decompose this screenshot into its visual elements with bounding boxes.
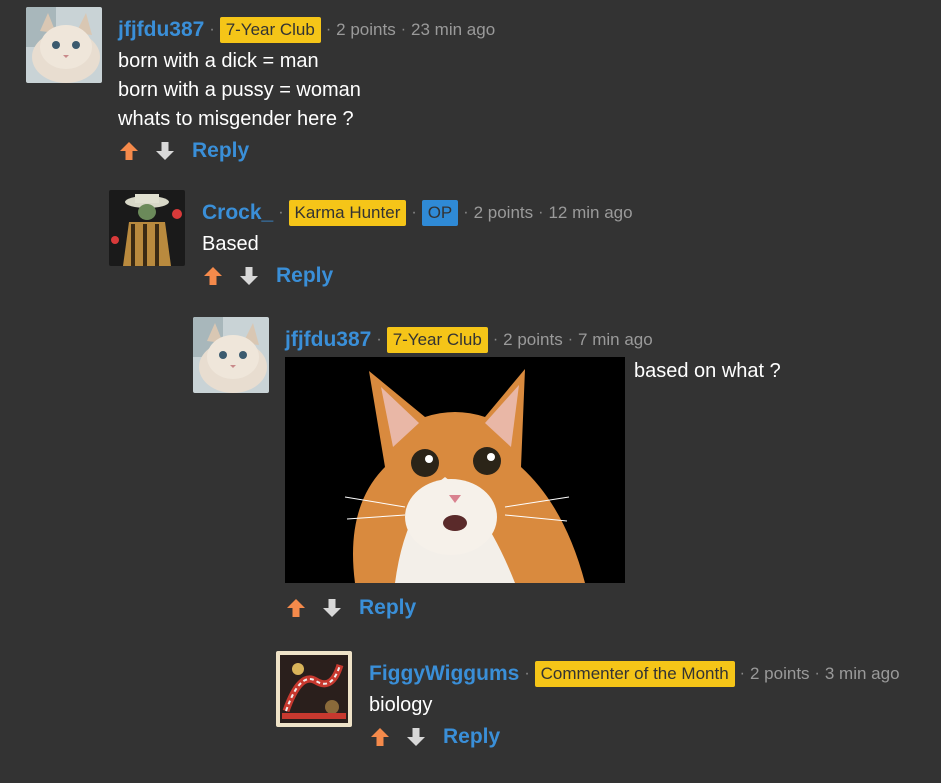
separator: ·: [814, 665, 820, 682]
username[interactable]: jfjfdu387: [118, 18, 204, 42]
comment-text: Based: [202, 230, 922, 259]
username[interactable]: Crock_: [202, 201, 273, 225]
user-badge: 7-Year Club: [386, 327, 488, 353]
cat-avatar-icon: [26, 7, 102, 83]
reply-button[interactable]: Reply: [276, 264, 333, 288]
separator: ·: [325, 21, 332, 38]
downvote-icon[interactable]: [154, 140, 176, 162]
surprised-cat-photo[interactable]: [285, 357, 625, 583]
user-badge: 7-Year Club: [219, 17, 321, 43]
comment-line: born with a dick = man: [118, 50, 319, 72]
separator: ·: [567, 331, 574, 348]
gangster-avatar-icon: [109, 190, 185, 266]
separator: ·: [376, 331, 382, 348]
separator: ·: [538, 204, 544, 221]
points: 2 points: [473, 203, 534, 222]
downvote-icon[interactable]: [238, 265, 260, 287]
user-badge: Commenter of the Month: [534, 661, 735, 687]
comment-text: based on what ?: [634, 360, 781, 382]
points: 2 points: [750, 664, 810, 683]
comment-line: Based: [202, 233, 259, 255]
downvote-icon[interactable]: [321, 597, 343, 619]
cat-avatar-icon: [193, 317, 269, 393]
separator: ·: [492, 331, 499, 348]
comment-line: born with a pussy = woman: [118, 79, 361, 101]
username[interactable]: FiggyWiggums: [369, 662, 519, 686]
avatar[interactable]: [276, 651, 352, 727]
timestamp: 23 min ago: [411, 20, 496, 39]
comment-line: whats to misgender here ?: [118, 108, 354, 130]
timestamp: 3 min ago: [824, 664, 900, 683]
separator: ·: [209, 21, 215, 38]
comment-line: biology: [369, 694, 433, 716]
reply-button[interactable]: Reply: [443, 725, 500, 749]
username[interactable]: jfjfdu387: [285, 328, 371, 352]
points: 2 points: [503, 330, 563, 349]
avatar[interactable]: [109, 190, 185, 266]
user-badge: Karma Hunter: [288, 200, 407, 226]
comment-text: born with a dick = man born with a pussy…: [118, 47, 918, 134]
upvote-icon[interactable]: [369, 726, 391, 748]
upvote-icon[interactable]: [202, 265, 224, 287]
upvote-icon[interactable]: [118, 140, 140, 162]
timestamp: 7 min ago: [578, 330, 653, 349]
points: 2 points: [336, 20, 396, 39]
separator: ·: [524, 665, 530, 682]
op-badge: OP: [421, 200, 459, 226]
timestamp: 12 min ago: [548, 203, 633, 222]
separator: ·: [739, 665, 745, 682]
separator: ·: [463, 204, 469, 221]
downvote-icon[interactable]: [405, 726, 427, 748]
separator: ·: [278, 204, 284, 221]
reply-button[interactable]: Reply: [192, 139, 249, 163]
upvote-icon[interactable]: [285, 597, 307, 619]
avatar[interactable]: [193, 317, 269, 393]
avatar[interactable]: [26, 7, 102, 83]
comment-text: biology: [369, 691, 939, 720]
separator: ·: [400, 21, 407, 38]
reply-button[interactable]: Reply: [359, 596, 416, 620]
pattern-avatar-icon: [276, 651, 352, 727]
separator: ·: [411, 204, 417, 221]
